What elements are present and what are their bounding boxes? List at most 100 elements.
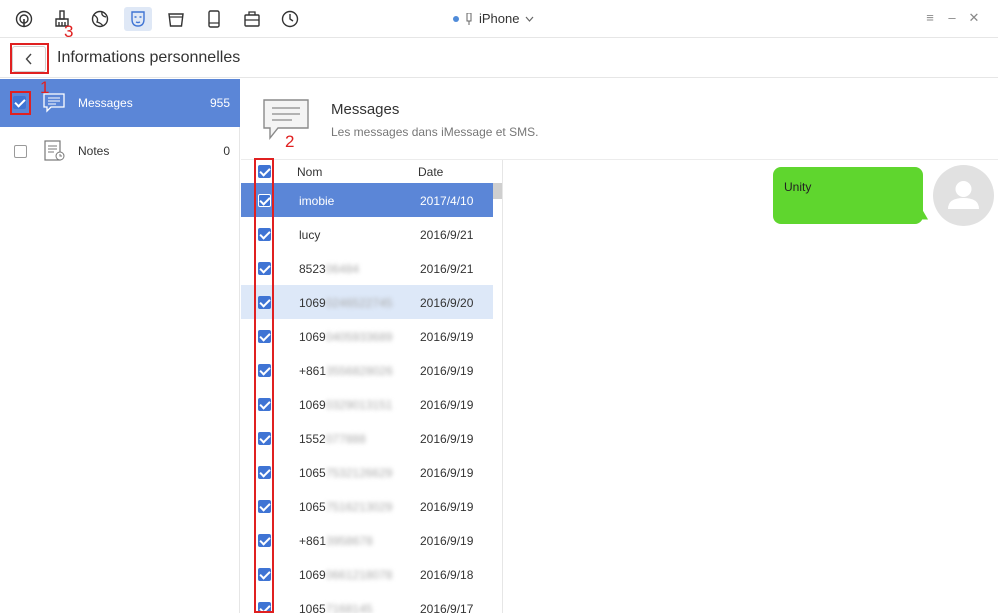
contact-name: 10690329013151 (299, 398, 392, 412)
chevron-down-icon (526, 16, 534, 22)
contact-name: 10690246522745 (299, 296, 392, 310)
message-bubble: Unity (773, 167, 923, 224)
contact-name-blurred: 7532126629 (325, 466, 393, 480)
contact-name-visible: +861 (299, 534, 327, 548)
phone-icon[interactable] (200, 7, 228, 31)
table-row[interactable]: 10657168145 2016/9/17 (241, 591, 493, 613)
annotation-number-1: 1 (40, 78, 50, 97)
message-date: 2016/9/18 (420, 568, 474, 582)
message-date: 2016/9/20 (420, 296, 474, 310)
contact-name-visible: 1069 (299, 330, 326, 344)
contact-name-blurred: 0246522745 (325, 296, 393, 310)
contact-name-visible: 1065 (299, 602, 326, 613)
contact-name-visible: +861 (299, 364, 327, 378)
column-header-name[interactable]: Nom (297, 165, 322, 179)
table-row[interactable]: 10657516213029 2016/9/19 (241, 489, 493, 523)
page-header: Informations personnelles (0, 38, 998, 78)
contact-name-blurred: 0329013151 (325, 398, 393, 412)
message-date: 2016/9/19 (420, 364, 474, 378)
table-row[interactable]: 852306484 2016/9/21 (241, 251, 493, 285)
message-date: 2017/4/10 (420, 194, 474, 208)
sidebar-item-count: 955 (209, 96, 230, 110)
message-date: 2016/9/19 (420, 398, 474, 412)
contact-name-blurred: 06484 (325, 262, 360, 276)
close-icon[interactable]: ✕ (967, 10, 981, 26)
contact-name: +8613958678 (299, 534, 373, 548)
annotation-box-messages-checkbox (10, 91, 31, 115)
notes-checkbox[interactable] (14, 145, 27, 158)
table-row[interactable]: +8613958678 2016/9/19 (241, 523, 493, 557)
contact-name: imobie (299, 194, 334, 208)
sidebar-item-label: Notes (78, 144, 110, 158)
contact-name-visible: 1069 (299, 398, 326, 412)
table-row[interactable]: 10657532126629 2016/9/19 (241, 455, 493, 489)
column-header-date[interactable]: Date (418, 165, 443, 179)
contact-name-visible: 1069 (299, 568, 326, 582)
sidebar-item-count: 0 (223, 144, 230, 158)
contact-name-visible: 1552 (299, 432, 326, 446)
list-header: Nom Date (241, 160, 493, 183)
minimize-icon[interactable]: – (945, 10, 959, 25)
contact-name: 10657532126629 (299, 466, 392, 480)
contact-name-visible: lucy (299, 228, 321, 242)
message-date: 2016/9/21 (420, 262, 474, 276)
sidebar-item-messages[interactable]: Messages 955 (0, 79, 240, 127)
table-row[interactable]: 10690246522745 2016/9/20 (241, 285, 493, 319)
scrollbar[interactable] (493, 183, 502, 199)
contact-name-blurred: 0405933689 (325, 330, 393, 344)
airbackup-icon[interactable] (10, 7, 38, 31)
device-name: iPhone (479, 11, 520, 26)
table-row[interactable]: 10690661218078 2016/9/18 (241, 557, 493, 591)
toolbox-icon[interactable] (238, 7, 266, 31)
globe-icon[interactable] (86, 7, 114, 31)
sidebar-item-notes[interactable]: Notes 0 (0, 127, 240, 175)
contact-name: 852306484 (299, 262, 359, 276)
table-row[interactable]: 10690405933689 2016/9/19 (241, 319, 493, 353)
trash-bin-icon[interactable] (162, 7, 190, 31)
table-row[interactable]: +8613556828026 2016/9/19 (241, 353, 493, 387)
mask-icon[interactable] (124, 7, 152, 31)
notes-icon (44, 140, 65, 161)
content-title: Messages (331, 101, 400, 118)
contact-name-visible: 1065 (299, 500, 326, 514)
table-row[interactable]: imobie 2017/4/10 (241, 183, 493, 217)
contact-name-blurred: 0661218078 (325, 568, 393, 582)
cable-icon (466, 12, 472, 25)
contact-name: 10657168145 (299, 602, 372, 613)
annotation-number-2: 2 (285, 132, 295, 151)
contact-name: 10657516213029 (299, 500, 392, 514)
contact-name: 1552077888 (299, 432, 366, 446)
annotation-number-3: 3 (64, 22, 74, 41)
sidebar: Messages 955 Notes 0 (0, 79, 240, 613)
contact-name-blurred: 7168145 (325, 602, 373, 613)
table-row[interactable]: 10690329013151 2016/9/19 (241, 387, 493, 421)
top-toolbar: iPhone ≡ – ✕ (0, 0, 998, 38)
annotation-box-row-checkboxes (254, 158, 274, 613)
content-subtitle: Les messages dans iMessage et SMS. (331, 125, 539, 139)
contact-name-visible: imobie (299, 194, 335, 208)
contact-name-visible: 8523 (299, 262, 326, 276)
contact-name: 10690405933689 (299, 330, 392, 344)
menu-icon[interactable]: ≡ (923, 10, 937, 25)
sidebar-item-label: Messages (78, 96, 133, 110)
user-icon (948, 181, 979, 209)
message-date: 2016/9/17 (420, 602, 474, 613)
message-date: 2016/9/19 (420, 466, 474, 480)
message-date: 2016/9/19 (420, 500, 474, 514)
contact-name-blurred: 3958678 (326, 534, 373, 548)
contact-name-visible: 1069 (299, 296, 326, 310)
annotation-box-back (10, 43, 49, 74)
message-list: Nom Date imobie 2017/4/10 lucy 2016/9/21 852… (241, 160, 503, 613)
contact-name-blurred: 077888 (325, 432, 366, 446)
contact-name-visible: 1065 (299, 466, 326, 480)
history-icon[interactable] (276, 7, 304, 31)
contact-name-blurred: 3556828026 (326, 364, 393, 378)
device-selector[interactable]: iPhone (453, 11, 534, 26)
table-row[interactable]: 1552077888 2016/9/19 (241, 421, 493, 455)
contact-name: 10690661218078 (299, 568, 392, 582)
message-date: 2016/9/19 (420, 432, 474, 446)
avatar (933, 165, 994, 226)
table-row[interactable]: lucy 2016/9/21 (241, 217, 493, 251)
page-title: Informations personnelles (57, 49, 241, 66)
message-date: 2016/9/21 (420, 228, 474, 242)
